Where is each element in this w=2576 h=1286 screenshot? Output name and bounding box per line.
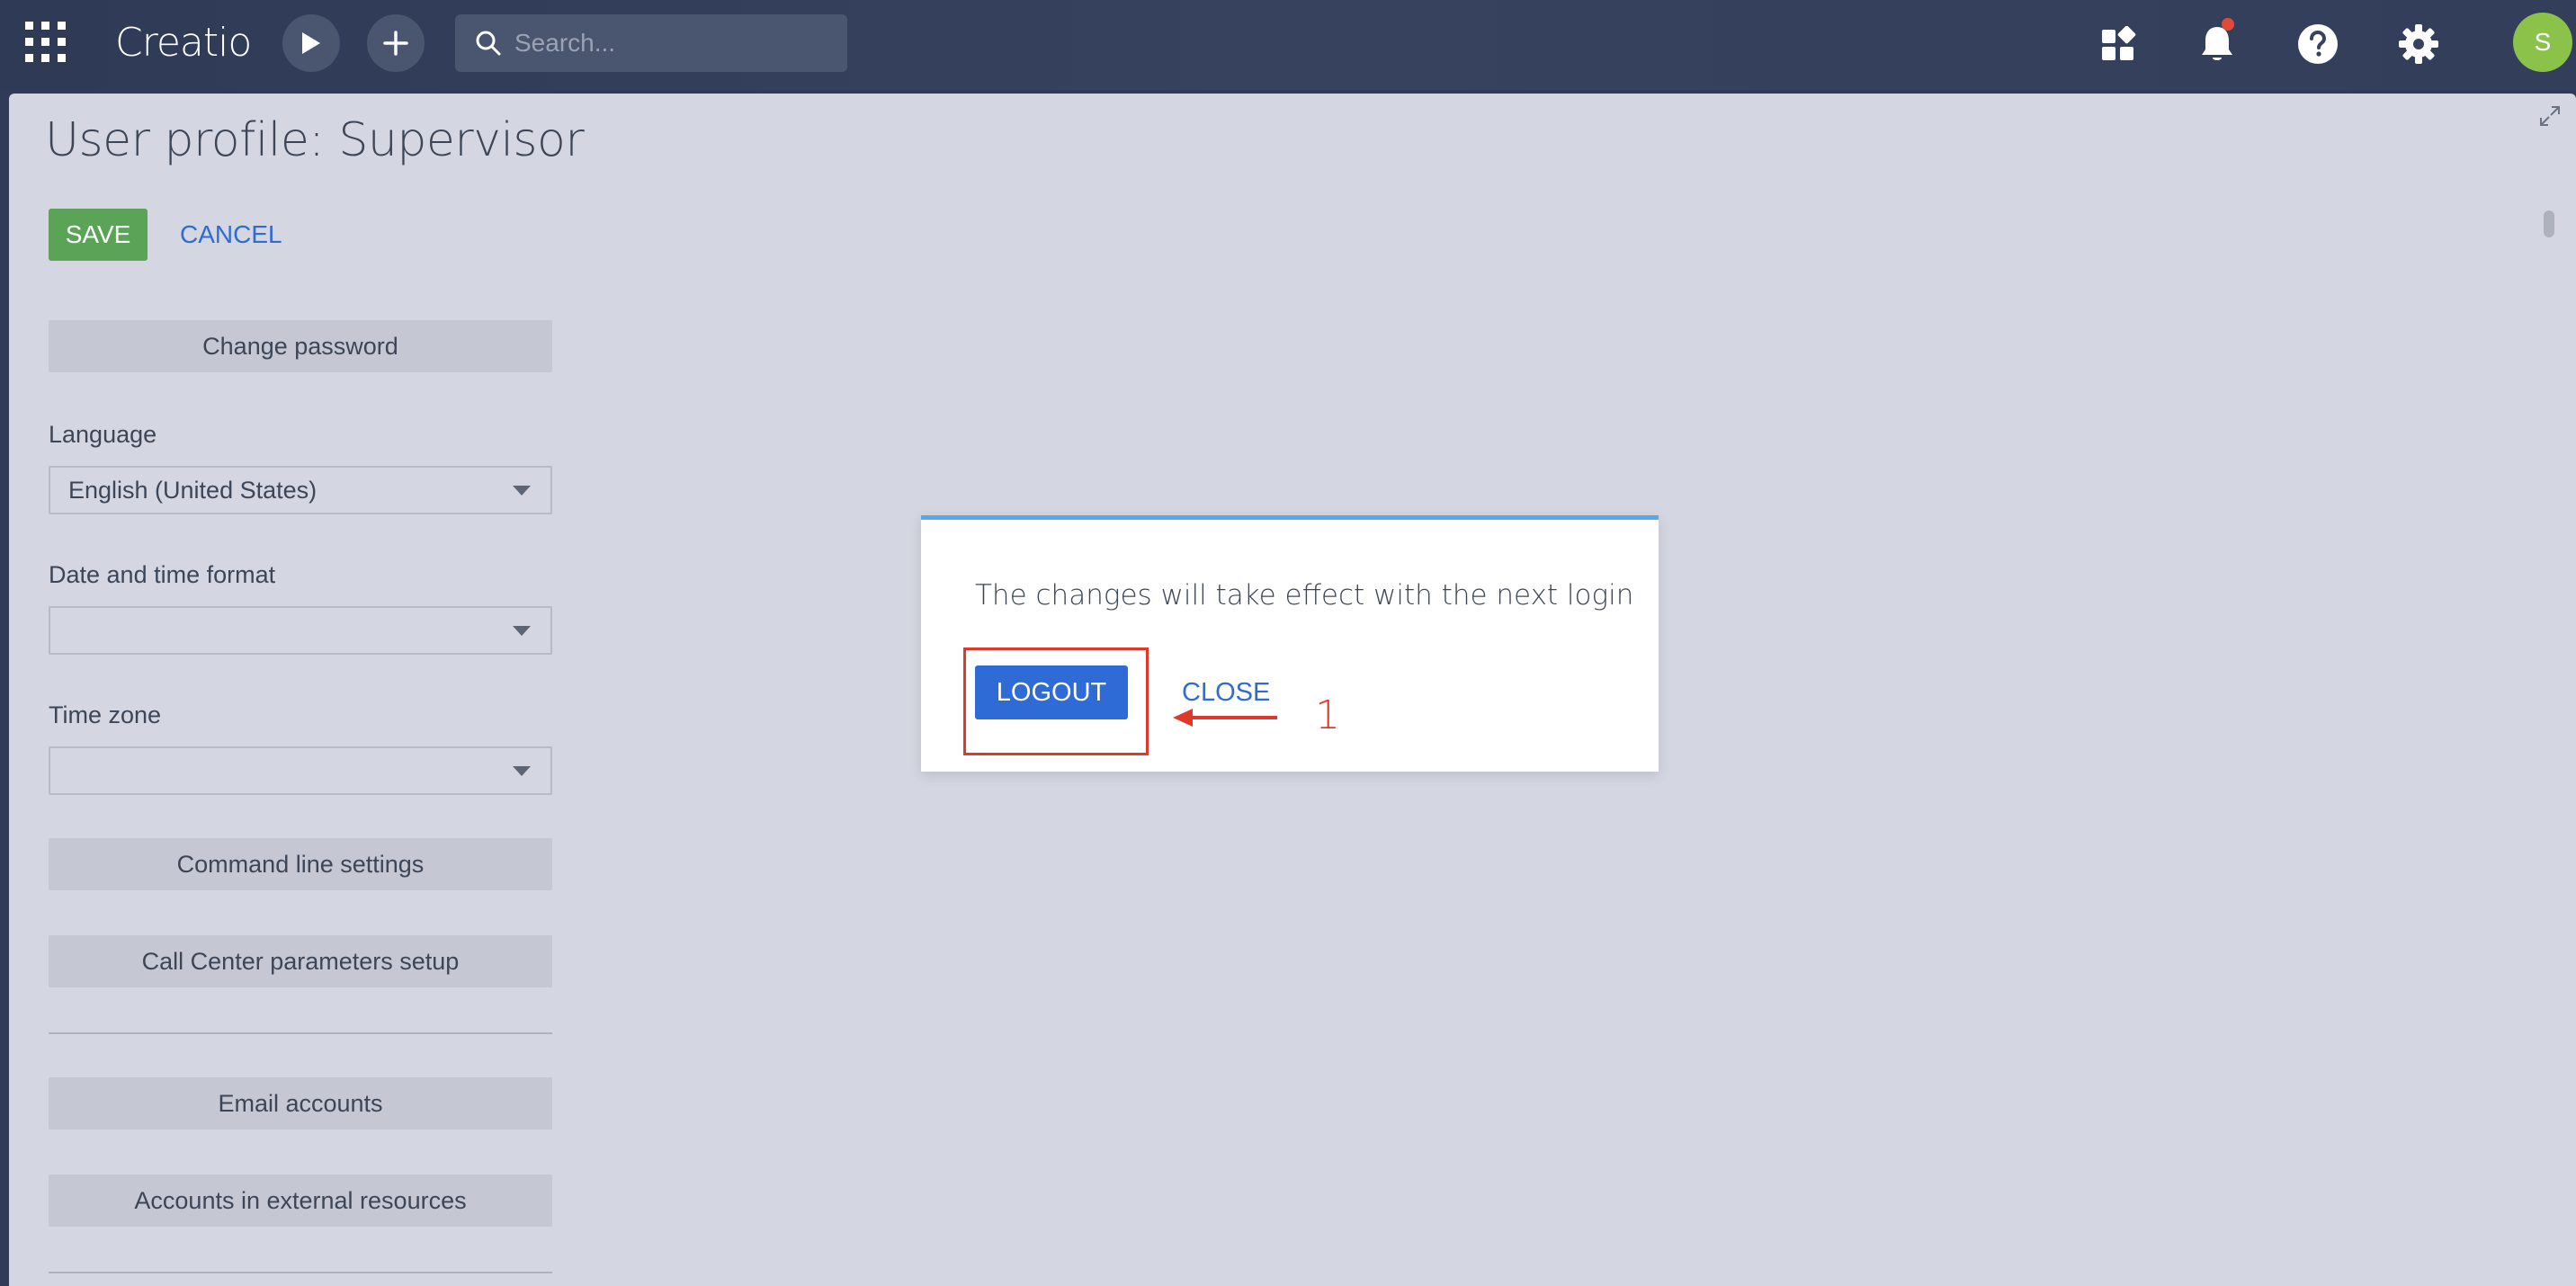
date-format-label: Date and time format (49, 561, 276, 588)
plus-icon (383, 31, 408, 56)
divider (49, 1272, 552, 1273)
arrow-left-icon (1173, 709, 1277, 727)
date-format-select[interactable] (49, 606, 552, 655)
settings-button[interactable] (2393, 18, 2445, 70)
language-value: English (United States) (68, 476, 318, 504)
app-hub-button[interactable] (2092, 18, 2144, 70)
user-avatar[interactable]: S (2513, 13, 2572, 72)
top-bar: Creatio Search... S (0, 0, 2576, 90)
time-zone-select[interactable] (49, 746, 552, 795)
page-title: User profile: Supervisor (45, 113, 585, 167)
email-accounts-button[interactable]: Email accounts (49, 1077, 552, 1130)
gear-icon (2399, 24, 2438, 64)
notification-dot (2222, 18, 2234, 31)
dialog-message: The changes will take effect with the ne… (975, 579, 1634, 612)
run-process-button[interactable] (282, 14, 340, 72)
help-button[interactable] (2292, 18, 2344, 70)
creatio-logo[interactable]: Creatio (115, 20, 252, 66)
help-icon (2298, 24, 2338, 64)
expand-icon[interactable] (2538, 104, 2562, 128)
apps-grid-icon[interactable] (25, 22, 67, 63)
callout-number: 1 (1315, 692, 1340, 738)
command-line-settings-button[interactable]: Command line settings (49, 838, 552, 890)
language-label: Language (49, 421, 157, 448)
change-password-button[interactable]: Change password (49, 320, 552, 372)
add-button[interactable] (367, 14, 425, 72)
chevron-down-icon (513, 626, 531, 636)
chevron-down-icon (513, 766, 531, 776)
search-icon (476, 31, 501, 56)
notifications-button[interactable] (2191, 18, 2243, 70)
time-zone-label: Time zone (49, 701, 162, 728)
scrollbar[interactable] (2544, 210, 2554, 237)
play-icon (302, 32, 320, 54)
chevron-down-icon (513, 486, 531, 496)
external-accounts-button[interactable]: Accounts in external resources (49, 1174, 552, 1227)
search-input[interactable] (514, 29, 838, 58)
search-box[interactable] (455, 14, 847, 72)
widgets-icon (2102, 26, 2136, 60)
call-center-setup-button[interactable]: Call Center parameters setup (49, 935, 552, 987)
highlight-box (963, 647, 1149, 755)
divider (49, 1032, 552, 1034)
save-button[interactable]: SAVE (49, 209, 148, 261)
cancel-button[interactable]: CANCEL (180, 209, 282, 261)
language-select[interactable]: English (United States) (49, 466, 552, 514)
